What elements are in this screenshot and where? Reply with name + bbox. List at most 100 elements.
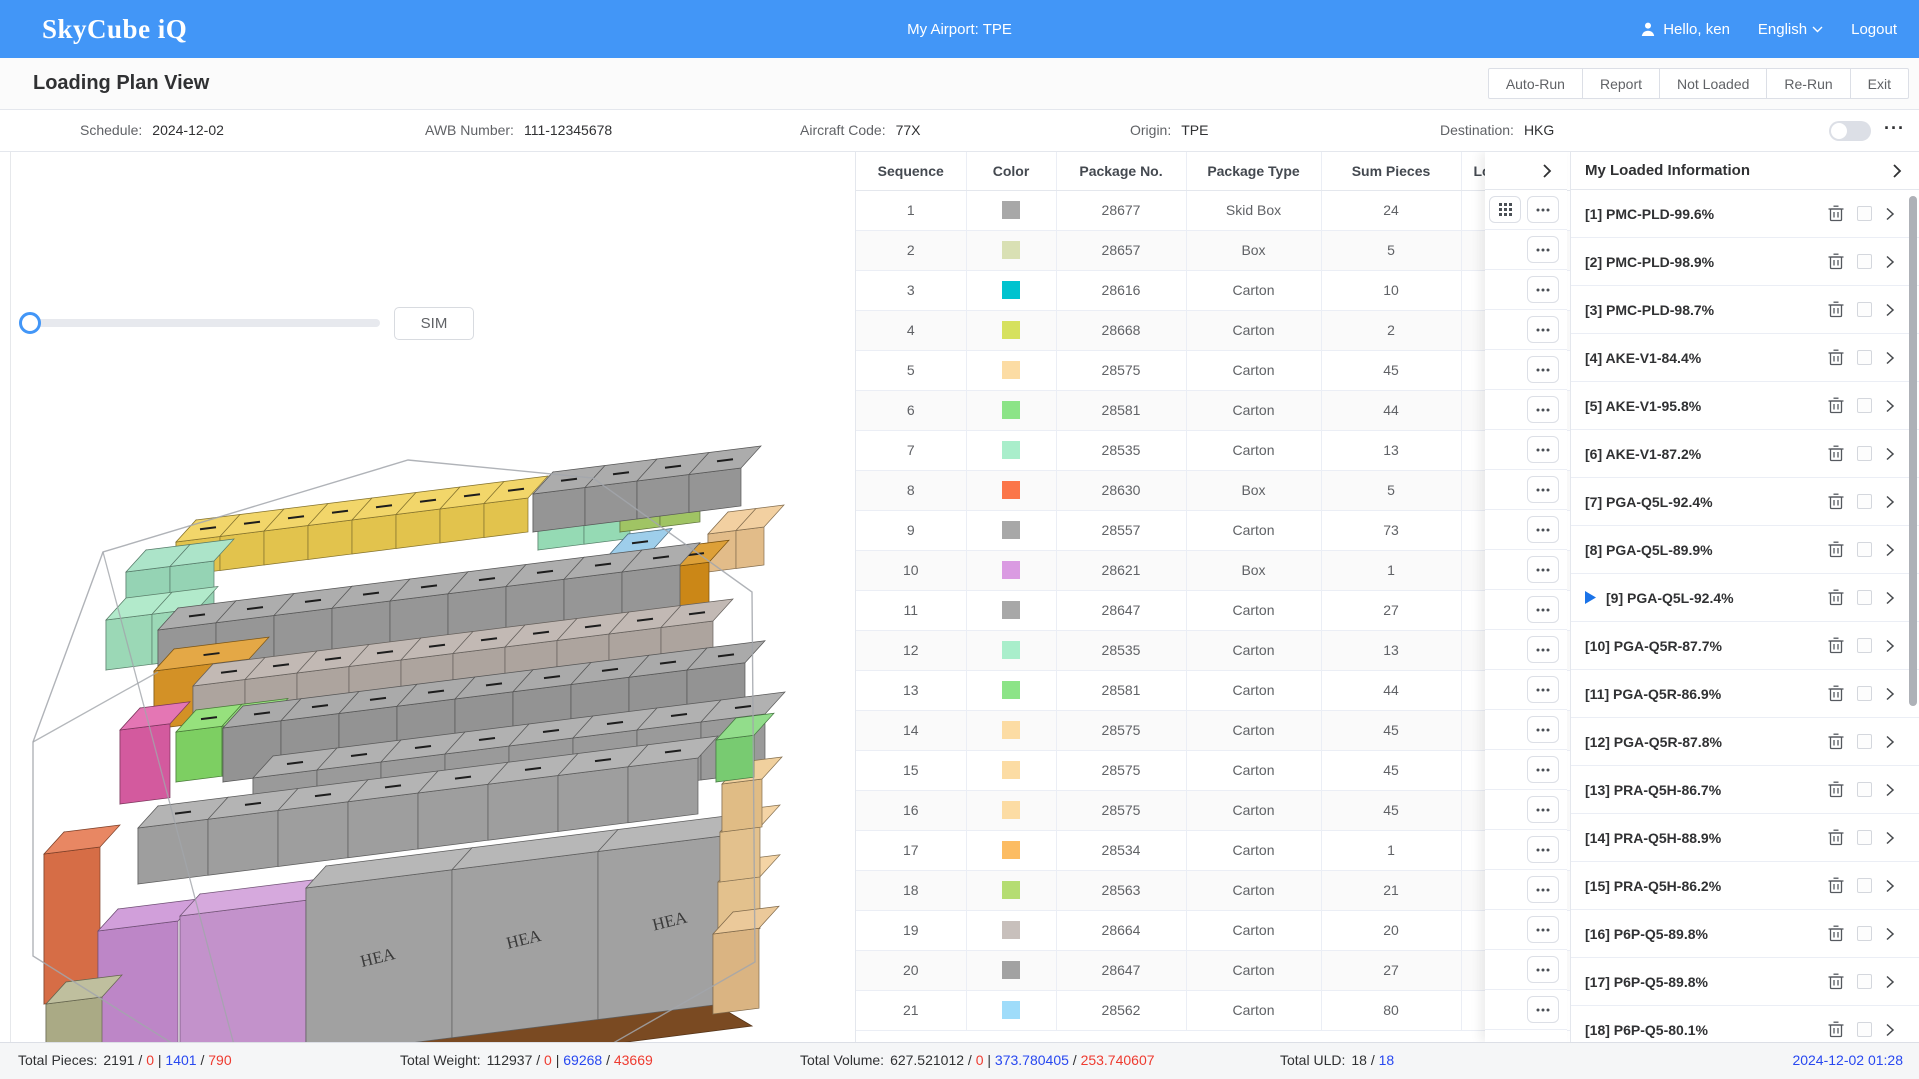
uld-detail-chevron-icon[interactable]: [1885, 639, 1895, 653]
uld-detail-chevron-icon[interactable]: [1885, 591, 1895, 605]
table-row[interactable]: 6 28581 Carton 44: [856, 390, 1570, 431]
table-row[interactable]: 2 28657 Box 5: [856, 230, 1570, 271]
uld-detail-chevron-icon[interactable]: [1885, 687, 1895, 701]
table-row[interactable]: 9 28557 Carton 73: [856, 510, 1570, 551]
uld-list-item[interactable]: [1] PMC-PLD-99.6%: [1571, 190, 1919, 238]
row-more-actions-button[interactable]: [1527, 396, 1559, 423]
uld-list-item[interactable]: [6] AKE-V1-87.2%: [1571, 430, 1919, 478]
expand-table-chevron-icon[interactable]: [1541, 163, 1553, 179]
delete-uld-icon[interactable]: [1828, 781, 1844, 798]
uld-checkbox[interactable]: [1857, 1022, 1872, 1037]
row-more-actions-button[interactable]: [1527, 476, 1559, 503]
table-row[interactable]: 13 28581 Carton 44: [856, 670, 1570, 711]
uld-detail-chevron-icon[interactable]: [1885, 735, 1895, 749]
uld-detail-chevron-icon[interactable]: [1885, 927, 1895, 941]
table-row[interactable]: 7 28535 Carton 13: [856, 430, 1570, 471]
uld-detail-chevron-icon[interactable]: [1885, 1023, 1895, 1037]
row-more-actions-button[interactable]: [1527, 916, 1559, 943]
sim-button[interactable]: SIM: [394, 307, 474, 340]
more-options-icon[interactable]: ···: [1884, 118, 1905, 139]
uld-checkbox[interactable]: [1857, 206, 1872, 221]
uld-checkbox[interactable]: [1857, 254, 1872, 269]
uld-list-item[interactable]: [15] PRA-Q5H-86.2%: [1571, 862, 1919, 910]
report-button[interactable]: Report: [1581, 68, 1660, 99]
table-row[interactable]: 3 28616 Carton 10: [856, 270, 1570, 311]
delete-uld-icon[interactable]: [1828, 493, 1844, 510]
uld-list-item[interactable]: [9] PGA-Q5L-92.4%: [1571, 574, 1919, 622]
table-row[interactable]: 12 28535 Carton 13: [856, 630, 1570, 671]
row-more-actions-button[interactable]: [1527, 716, 1559, 743]
uld-list-item[interactable]: [2] PMC-PLD-98.9%: [1571, 238, 1919, 286]
uld-detail-chevron-icon[interactable]: [1885, 207, 1895, 221]
re-run-button[interactable]: Re-Run: [1766, 68, 1851, 99]
uld-list-item[interactable]: [3] PMC-PLD-98.7%: [1571, 286, 1919, 334]
language-selector[interactable]: English: [1758, 21, 1823, 38]
collapse-sidebar-chevron-icon[interactable]: [1891, 163, 1903, 179]
uld-detail-chevron-icon[interactable]: [1885, 399, 1895, 413]
table-row[interactable]: 17 28534 Carton 1: [856, 830, 1570, 871]
logout-button[interactable]: Logout: [1851, 21, 1897, 38]
exit-button[interactable]: Exit: [1849, 68, 1909, 99]
table-row[interactable]: 19 28664 Carton 20: [856, 910, 1570, 951]
delete-uld-icon[interactable]: [1828, 397, 1844, 414]
uld-list-item[interactable]: [8] PGA-Q5L-89.9%: [1571, 526, 1919, 574]
table-row[interactable]: 21 28562 Carton 80: [856, 990, 1570, 1031]
uld-checkbox[interactable]: [1857, 446, 1872, 461]
delete-uld-icon[interactable]: [1828, 925, 1844, 942]
uld-checkbox[interactable]: [1857, 590, 1872, 605]
uld-checkbox[interactable]: [1857, 926, 1872, 941]
uld-detail-chevron-icon[interactable]: [1885, 495, 1895, 509]
table-row[interactable]: 1 28677 Skid Box 24: [856, 190, 1570, 231]
row-more-actions-button[interactable]: [1527, 636, 1559, 663]
uld-checkbox[interactable]: [1857, 350, 1872, 365]
not-loaded-button[interactable]: Not Loaded: [1659, 68, 1768, 99]
row-more-actions-button[interactable]: [1527, 756, 1559, 783]
table-row[interactable]: 18 28563 Carton 21: [856, 870, 1570, 911]
table-row[interactable]: 15 28575 Carton 45: [856, 750, 1570, 791]
row-more-actions-button[interactable]: [1527, 356, 1559, 383]
uld-detail-chevron-icon[interactable]: [1885, 351, 1895, 365]
sidebar-scrollbar[interactable]: [1909, 196, 1917, 706]
uld-detail-chevron-icon[interactable]: [1885, 447, 1895, 461]
table-row[interactable]: 5 28575 Carton 45: [856, 350, 1570, 391]
row-more-actions-button[interactable]: [1527, 436, 1559, 463]
sim-slider-track[interactable]: [24, 319, 380, 327]
row-more-actions-button[interactable]: [1527, 956, 1559, 983]
row-more-actions-button[interactable]: [1527, 836, 1559, 863]
delete-uld-icon[interactable]: [1828, 829, 1844, 846]
delete-uld-icon[interactable]: [1828, 349, 1844, 366]
uld-detail-chevron-icon[interactable]: [1885, 303, 1895, 317]
table-row[interactable]: 16 28575 Carton 45: [856, 790, 1570, 831]
delete-uld-icon[interactable]: [1828, 685, 1844, 702]
row-more-actions-button[interactable]: [1527, 876, 1559, 903]
uld-list-item[interactable]: [12] PGA-Q5R-87.8%: [1571, 718, 1919, 766]
delete-uld-icon[interactable]: [1828, 205, 1844, 222]
delete-uld-icon[interactable]: [1828, 445, 1844, 462]
table-row[interactable]: 4 28668 Carton 2: [856, 310, 1570, 351]
uld-checkbox[interactable]: [1857, 830, 1872, 845]
uld-list-item[interactable]: [4] AKE-V1-84.4%: [1571, 334, 1919, 382]
table-row[interactable]: 10 28621 Box 1: [856, 550, 1570, 591]
row-more-actions-button[interactable]: [1527, 196, 1559, 223]
uld-checkbox[interactable]: [1857, 686, 1872, 701]
uld-list-item[interactable]: [5] AKE-V1-95.8%: [1571, 382, 1919, 430]
uld-list-item[interactable]: [10] PGA-Q5R-87.7%: [1571, 622, 1919, 670]
delete-uld-icon[interactable]: [1828, 637, 1844, 654]
auto-run-button[interactable]: Auto-Run: [1487, 68, 1583, 99]
delete-uld-icon[interactable]: [1828, 589, 1844, 606]
table-row[interactable]: 14 28575 Carton 45: [856, 710, 1570, 751]
row-more-actions-button[interactable]: [1527, 236, 1559, 263]
row-more-actions-button[interactable]: [1527, 796, 1559, 823]
uld-detail-chevron-icon[interactable]: [1885, 831, 1895, 845]
uld-checkbox[interactable]: [1857, 638, 1872, 653]
uld-list-item[interactable]: [7] PGA-Q5L-92.4%: [1571, 478, 1919, 526]
uld-detail-chevron-icon[interactable]: [1885, 783, 1895, 797]
uld-list-item[interactable]: [14] PRA-Q5H-88.9%: [1571, 814, 1919, 862]
table-row[interactable]: 11 28647 Carton 27: [856, 590, 1570, 631]
uld-checkbox[interactable]: [1857, 494, 1872, 509]
uld-detail-chevron-icon[interactable]: [1885, 255, 1895, 269]
row-more-actions-button[interactable]: [1527, 516, 1559, 543]
uld-list-item[interactable]: [11] PGA-Q5R-86.9%: [1571, 670, 1919, 718]
uld-detail-chevron-icon[interactable]: [1885, 879, 1895, 893]
uld-checkbox[interactable]: [1857, 542, 1872, 557]
